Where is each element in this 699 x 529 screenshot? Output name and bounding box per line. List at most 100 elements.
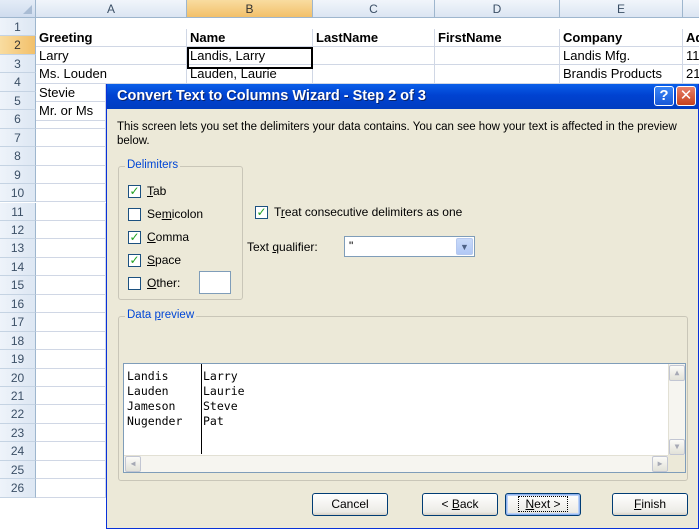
cell-a3[interactable]: Ms. Louden	[36, 65, 187, 84]
tab-checkbox[interactable]: ✓	[128, 185, 141, 198]
empty-cell[interactable]	[36, 110, 106, 129]
cell-a2[interactable]: Larry	[36, 47, 187, 65]
empty-cell[interactable]	[36, 313, 106, 332]
empty-cell[interactable]	[36, 368, 106, 387]
row-header-21[interactable]: 21	[0, 387, 36, 406]
cell-a1[interactable]: Greeting	[36, 29, 187, 47]
other-label[interactable]: Other:	[147, 276, 180, 290]
cell-d1[interactable]: FirstName	[435, 29, 560, 47]
row-header-20[interactable]: 20	[0, 368, 36, 387]
row-header-18[interactable]: 18	[0, 331, 36, 351]
column-header-c[interactable]: C	[313, 0, 435, 18]
next-button[interactable]: Next >	[505, 493, 581, 516]
other-checkbox[interactable]	[128, 277, 141, 290]
semicolon-label[interactable]: Semicolon	[147, 207, 203, 221]
tab-label[interactable]: Tab	[147, 184, 166, 198]
column-header-e[interactable]: E	[560, 0, 683, 18]
row-header-6[interactable]: 6	[0, 110, 36, 129]
cell-f1[interactable]: Ad	[683, 29, 699, 47]
cell-f2[interactable]: 11	[683, 47, 699, 65]
empty-cell[interactable]	[36, 350, 106, 369]
cell-c1[interactable]: LastName	[313, 29, 435, 47]
column-break-line[interactable]	[201, 364, 202, 454]
cell-d2[interactable]	[435, 47, 560, 65]
empty-cell[interactable]	[36, 479, 106, 498]
empty-cell[interactable]	[36, 405, 106, 424]
empty-cell[interactable]	[36, 128, 106, 148]
row-header-10[interactable]: 10	[0, 184, 36, 203]
row-header-24[interactable]: 24	[0, 442, 36, 461]
empty-cell[interactable]	[36, 276, 106, 295]
empty-cell[interactable]	[36, 165, 106, 185]
data-preview-pane[interactable]: Landis Larry Lauden Laurie Jameson Steve Nu…	[123, 363, 686, 473]
cell-b3[interactable]: Lauden, Laurie	[187, 65, 313, 84]
row-header-1[interactable]: 1	[0, 18, 36, 37]
comma-label[interactable]: Comma	[147, 230, 189, 244]
column-header-b[interactable]: B	[187, 0, 313, 18]
select-all-corner[interactable]	[0, 0, 36, 18]
back-button[interactable]: < Back	[422, 493, 498, 516]
scroll-up-icon[interactable]: ▲	[669, 365, 685, 381]
empty-cell[interactable]	[36, 294, 106, 314]
preview-horizontal-scrollbar[interactable]: ◀ ▶	[124, 455, 669, 472]
row-header-15[interactable]: 15	[0, 276, 36, 295]
treat-consecutive-checkbox[interactable]: ✓	[255, 206, 268, 219]
row-header-23[interactable]: 23	[0, 423, 36, 443]
row-header-16[interactable]: 16	[0, 294, 36, 314]
cell-b1[interactable]: Name	[187, 29, 313, 47]
cell-a4[interactable]: Stevie	[36, 84, 106, 102]
preview-vertical-scrollbar[interactable]: ▲ ▼	[668, 364, 685, 456]
cell-e2[interactable]: Landis Mfg.	[560, 47, 683, 65]
row-header-17[interactable]: 17	[0, 313, 36, 332]
row-header-25[interactable]: 25	[0, 460, 36, 480]
empty-cell[interactable]	[36, 331, 106, 351]
column-header-f[interactable]	[683, 0, 699, 18]
row-header-13[interactable]: 13	[0, 239, 36, 258]
cell-e1[interactable]: Company	[560, 29, 683, 47]
cell-e3[interactable]: Brandis Products	[560, 65, 683, 84]
cell-d3[interactable]	[435, 65, 560, 84]
space-label[interactable]: Space	[147, 253, 181, 267]
empty-cell[interactable]	[36, 239, 106, 258]
cell-f3[interactable]: 21	[683, 65, 699, 84]
empty-cell[interactable]	[36, 460, 106, 480]
row-header-26[interactable]: 26	[0, 479, 36, 498]
row-header-22[interactable]: 22	[0, 405, 36, 424]
row-header-7[interactable]: 7	[0, 128, 36, 148]
chevron-down-icon[interactable]: ▼	[456, 238, 473, 255]
column-header-d[interactable]: D	[435, 0, 560, 18]
row-header-3[interactable]: 3	[0, 54, 36, 74]
finish-button[interactable]: Finish	[612, 493, 688, 516]
cell-b2[interactable]: Landis, Larry	[187, 47, 313, 65]
row-header-19[interactable]: 19	[0, 350, 36, 369]
treat-consecutive-label[interactable]: Treat consecutive delimiters as one	[274, 205, 462, 219]
row-header-9[interactable]: 9	[0, 165, 36, 185]
scroll-right-icon[interactable]: ▶	[652, 456, 668, 472]
row-header-5[interactable]: 5	[0, 91, 36, 111]
empty-cell[interactable]	[36, 257, 106, 277]
close-icon[interactable]: ✕	[676, 86, 696, 106]
semicolon-checkbox[interactable]	[128, 208, 141, 221]
empty-cell[interactable]	[36, 184, 106, 203]
row-header-12[interactable]: 12	[0, 220, 36, 240]
space-checkbox[interactable]: ✓	[128, 254, 141, 267]
column-header-a[interactable]: A	[36, 0, 187, 18]
cell-c3[interactable]	[313, 65, 435, 84]
empty-cell[interactable]	[36, 442, 106, 461]
row-header-4[interactable]: 4	[0, 73, 36, 92]
scroll-down-icon[interactable]: ▼	[669, 439, 685, 455]
cell-c2[interactable]	[313, 47, 435, 65]
comma-checkbox[interactable]: ✓	[128, 231, 141, 244]
other-delimiter-input[interactable]	[199, 271, 231, 294]
empty-cell[interactable]	[36, 423, 106, 443]
empty-cell[interactable]	[36, 202, 106, 221]
empty-cell[interactable]	[36, 220, 106, 240]
row-header-2[interactable]: 2	[0, 36, 36, 55]
cancel-button[interactable]: Cancel	[312, 493, 388, 516]
row-header-11[interactable]: 11	[0, 202, 36, 221]
row-header-14[interactable]: 14	[0, 257, 36, 277]
scroll-left-icon[interactable]: ◀	[125, 456, 141, 472]
row-header-8[interactable]: 8	[0, 147, 36, 166]
text-qualifier-select[interactable]: " ▼	[344, 236, 475, 257]
empty-cell[interactable]	[36, 387, 106, 406]
